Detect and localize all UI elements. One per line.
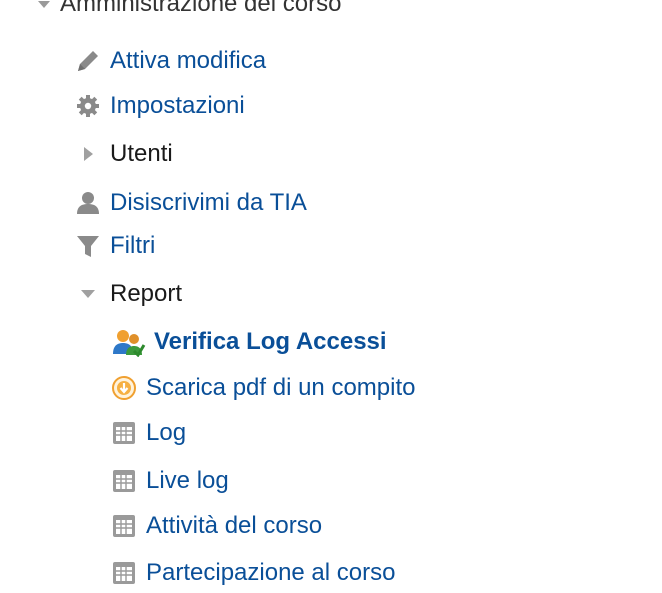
unenrol-label: Disiscrivimi da TIA [110, 189, 307, 216]
user-icon [74, 189, 102, 217]
pencil-icon [74, 47, 102, 75]
settings-label: Impostazioni [110, 92, 245, 119]
caret-down-icon [36, 0, 52, 12]
course-participation-label: Partecipazione al corso [146, 559, 396, 586]
course-participation-link[interactable]: Partecipazione al corso [110, 553, 395, 593]
reports-label: Report [110, 280, 183, 307]
report-icon [110, 419, 138, 447]
report-icon [110, 467, 138, 495]
course-activity-label: Attività del corso [146, 512, 323, 539]
course-activity-link[interactable]: Attività del corso [110, 506, 322, 546]
download-assignment-pdf-link[interactable]: Scarica pdf di un compito [110, 368, 415, 408]
unenrol-link[interactable]: Disiscrivimi da TIA [74, 183, 307, 223]
section-header[interactable]: Amministrazione del corso [36, 0, 341, 24]
turn-editing-on-link[interactable]: Attiva modifica [74, 41, 266, 81]
live-log-label: Live log [146, 467, 229, 494]
filters-label: Filtri [110, 232, 156, 259]
log-link[interactable]: Log [110, 413, 186, 453]
reports-node[interactable]: Report [74, 274, 182, 314]
download-circle-icon [110, 374, 138, 402]
section-title: Amministrazione del corso [60, 0, 342, 17]
users-label: Utenti [110, 140, 173, 167]
caret-down-icon [74, 286, 102, 302]
report-icon [110, 512, 138, 540]
log-label: Log [146, 419, 187, 446]
turn-editing-on-label: Attiva modifica [110, 47, 267, 74]
report-icon [110, 559, 138, 587]
course-administration-panel: Amministrazione del corso Attiva modific… [0, 0, 662, 585]
caret-right-icon [74, 145, 102, 163]
users-log-icon [110, 327, 146, 357]
access-log-check-link[interactable]: Verifica Log Accessi [110, 322, 387, 362]
filter-icon [74, 232, 102, 260]
download-assignment-pdf-label: Scarica pdf di un compito [146, 374, 416, 401]
settings-link[interactable]: Impostazioni [74, 86, 245, 126]
users-node[interactable]: Utenti [74, 134, 173, 174]
live-log-link[interactable]: Live log [110, 461, 229, 501]
filters-link[interactable]: Filtri [74, 226, 155, 266]
access-log-check-label: Verifica Log Accessi [154, 328, 387, 355]
gear-icon [74, 92, 102, 120]
